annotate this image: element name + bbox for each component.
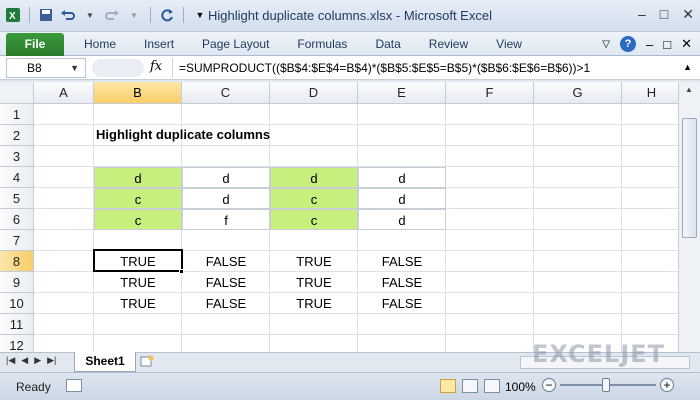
column-header-a[interactable]: A bbox=[34, 82, 94, 104]
close-button[interactable]: ✕ bbox=[682, 6, 694, 23]
row-header-9[interactable]: 9 bbox=[0, 272, 34, 293]
row-header-8[interactable]: 8 bbox=[0, 251, 34, 272]
data-cell[interactable]: d bbox=[94, 167, 182, 188]
insert-sheet-icon[interactable] bbox=[140, 355, 154, 370]
prev-sheet-icon[interactable]: ◀ bbox=[21, 355, 28, 366]
workbook-close-button[interactable]: ✕ bbox=[681, 36, 692, 52]
insert-function-icon[interactable]: fx bbox=[150, 59, 162, 74]
name-box-value: B8 bbox=[27, 61, 42, 75]
data-cell[interactable]: d bbox=[358, 209, 446, 230]
result-cell[interactable]: TRUE bbox=[270, 293, 358, 314]
result-cell[interactable]: TRUE bbox=[94, 293, 182, 314]
row-header-12[interactable]: 12 bbox=[0, 335, 34, 352]
tab-view[interactable]: View bbox=[482, 37, 536, 51]
tab-formulas[interactable]: Formulas bbox=[283, 37, 361, 51]
scroll-up-icon[interactable]: ▲ bbox=[679, 82, 699, 98]
row-header-5[interactable]: 5 bbox=[0, 188, 34, 209]
page-break-view-icon[interactable] bbox=[484, 379, 500, 393]
data-cell[interactable]: d bbox=[182, 167, 270, 188]
column-header-g[interactable]: G bbox=[534, 82, 622, 104]
help-icon[interactable]: ? bbox=[620, 36, 636, 52]
column-header-d[interactable]: D bbox=[270, 82, 358, 104]
sheet-nav: |◀ ◀ ▶ ▶| bbox=[6, 355, 56, 366]
result-cell[interactable]: FALSE bbox=[358, 251, 446, 272]
row-header-2[interactable]: 2 bbox=[0, 125, 34, 146]
formula-input[interactable]: =SUMPRODUCT(($B$4:$E$4=B$4)*($B$5:$E$5=B… bbox=[172, 58, 672, 78]
zoom-slider-thumb[interactable] bbox=[602, 378, 610, 392]
column-header-h[interactable]: H bbox=[622, 82, 678, 104]
result-cell[interactable]: TRUE bbox=[270, 251, 358, 272]
title-bar: X ▼ ▼ ▼ Highlight duplicate columns.xlsx… bbox=[0, 0, 700, 32]
result-cell[interactable]: FALSE bbox=[182, 251, 270, 272]
formula-bar-divider[interactable] bbox=[92, 59, 144, 77]
tab-home[interactable]: Home bbox=[70, 37, 130, 51]
row-header-6[interactable]: 6 bbox=[0, 209, 34, 230]
row-header-7[interactable]: 7 bbox=[0, 230, 34, 251]
result-cell[interactable]: TRUE bbox=[94, 272, 182, 293]
active-cell-border[interactable] bbox=[93, 249, 183, 272]
status-text: Ready bbox=[16, 380, 51, 394]
page-layout-view-icon[interactable] bbox=[462, 379, 478, 393]
last-sheet-icon[interactable]: ▶| bbox=[47, 355, 56, 366]
next-sheet-icon[interactable]: ▶ bbox=[34, 355, 41, 366]
result-cell[interactable]: FALSE bbox=[182, 272, 270, 293]
result-cell[interactable]: TRUE bbox=[270, 272, 358, 293]
formula-bar: B8 ▼ fx =SUMPRODUCT(($B$4:$E$4=B$4)*($B$… bbox=[0, 56, 700, 80]
normal-view-icon[interactable] bbox=[440, 379, 456, 393]
data-cell[interactable]: c bbox=[94, 209, 182, 230]
result-cell[interactable]: FALSE bbox=[358, 272, 446, 293]
data-cell[interactable]: f bbox=[182, 209, 270, 230]
window-controls: – □ ✕ bbox=[638, 6, 694, 23]
zoom-out-button[interactable]: − bbox=[542, 378, 556, 392]
row-header-1[interactable]: 1 bbox=[0, 104, 34, 125]
data-cell[interactable]: d bbox=[358, 167, 446, 188]
file-tab[interactable]: File bbox=[6, 33, 64, 56]
row-header-4[interactable]: 4 bbox=[0, 167, 34, 188]
column-header-e[interactable]: E bbox=[358, 82, 446, 104]
select-all-button[interactable] bbox=[0, 82, 34, 104]
column-header-c[interactable]: C bbox=[182, 82, 270, 104]
name-box[interactable]: B8 ▼ bbox=[6, 58, 86, 78]
expand-formula-icon[interactable]: ▲ bbox=[683, 62, 692, 72]
status-bar: Ready 100% − + bbox=[0, 372, 700, 400]
data-cell[interactable]: d bbox=[182, 188, 270, 209]
tab-data[interactable]: Data bbox=[361, 37, 414, 51]
ribbon-tabs: File Home Insert Page Layout Formulas Da… bbox=[0, 32, 700, 56]
scroll-thumb[interactable] bbox=[682, 118, 697, 238]
column-header-b[interactable]: B bbox=[94, 82, 182, 104]
fill-handle[interactable] bbox=[179, 269, 184, 274]
vertical-scrollbar[interactable]: ▲ bbox=[678, 82, 700, 352]
workbook-restore-button[interactable]: □ bbox=[663, 37, 671, 52]
zoom-level[interactable]: 100% bbox=[505, 380, 536, 394]
sheet-heading: Highlight duplicate columns bbox=[96, 127, 271, 142]
minimize-button[interactable]: – bbox=[638, 6, 646, 23]
data-cell[interactable]: c bbox=[94, 188, 182, 209]
first-sheet-icon[interactable]: |◀ bbox=[6, 355, 15, 366]
zoom-in-button[interactable]: + bbox=[660, 378, 674, 392]
row-header-11[interactable]: 11 bbox=[0, 314, 34, 335]
exceljet-watermark: EXCELJET bbox=[532, 340, 666, 368]
result-cell[interactable]: FALSE bbox=[182, 293, 270, 314]
tab-review[interactable]: Review bbox=[415, 37, 482, 51]
workbook-minimize-button[interactable]: – bbox=[646, 37, 653, 52]
chevron-down-icon[interactable]: ▼ bbox=[70, 59, 79, 77]
data-cell[interactable]: c bbox=[270, 188, 358, 209]
worksheet-grid[interactable]: A B C D E F G H 1 2 3 4 5 6 7 8 9 10 11 12 Highlight duplica… bbox=[0, 82, 678, 352]
macro-record-icon[interactable] bbox=[66, 379, 82, 392]
data-cell[interactable]: d bbox=[358, 188, 446, 209]
row-header-10[interactable]: 10 bbox=[0, 293, 34, 314]
column-header-f[interactable]: F bbox=[446, 82, 534, 104]
maximize-button[interactable]: □ bbox=[660, 6, 668, 23]
data-cell[interactable]: c bbox=[270, 209, 358, 230]
result-cell[interactable]: FALSE bbox=[358, 293, 446, 314]
window-title: Highlight duplicate columns.xlsx - Micro… bbox=[208, 8, 492, 23]
sheet-tab-sheet1[interactable]: Sheet1 bbox=[74, 352, 136, 372]
tab-page-layout[interactable]: Page Layout bbox=[188, 37, 283, 51]
row-header-3[interactable]: 3 bbox=[0, 146, 34, 167]
ribbon-minimize-icon[interactable]: ▽ bbox=[602, 39, 610, 50]
data-cell[interactable]: d bbox=[270, 167, 358, 188]
view-buttons bbox=[440, 379, 500, 393]
tab-insert[interactable]: Insert bbox=[130, 37, 188, 51]
